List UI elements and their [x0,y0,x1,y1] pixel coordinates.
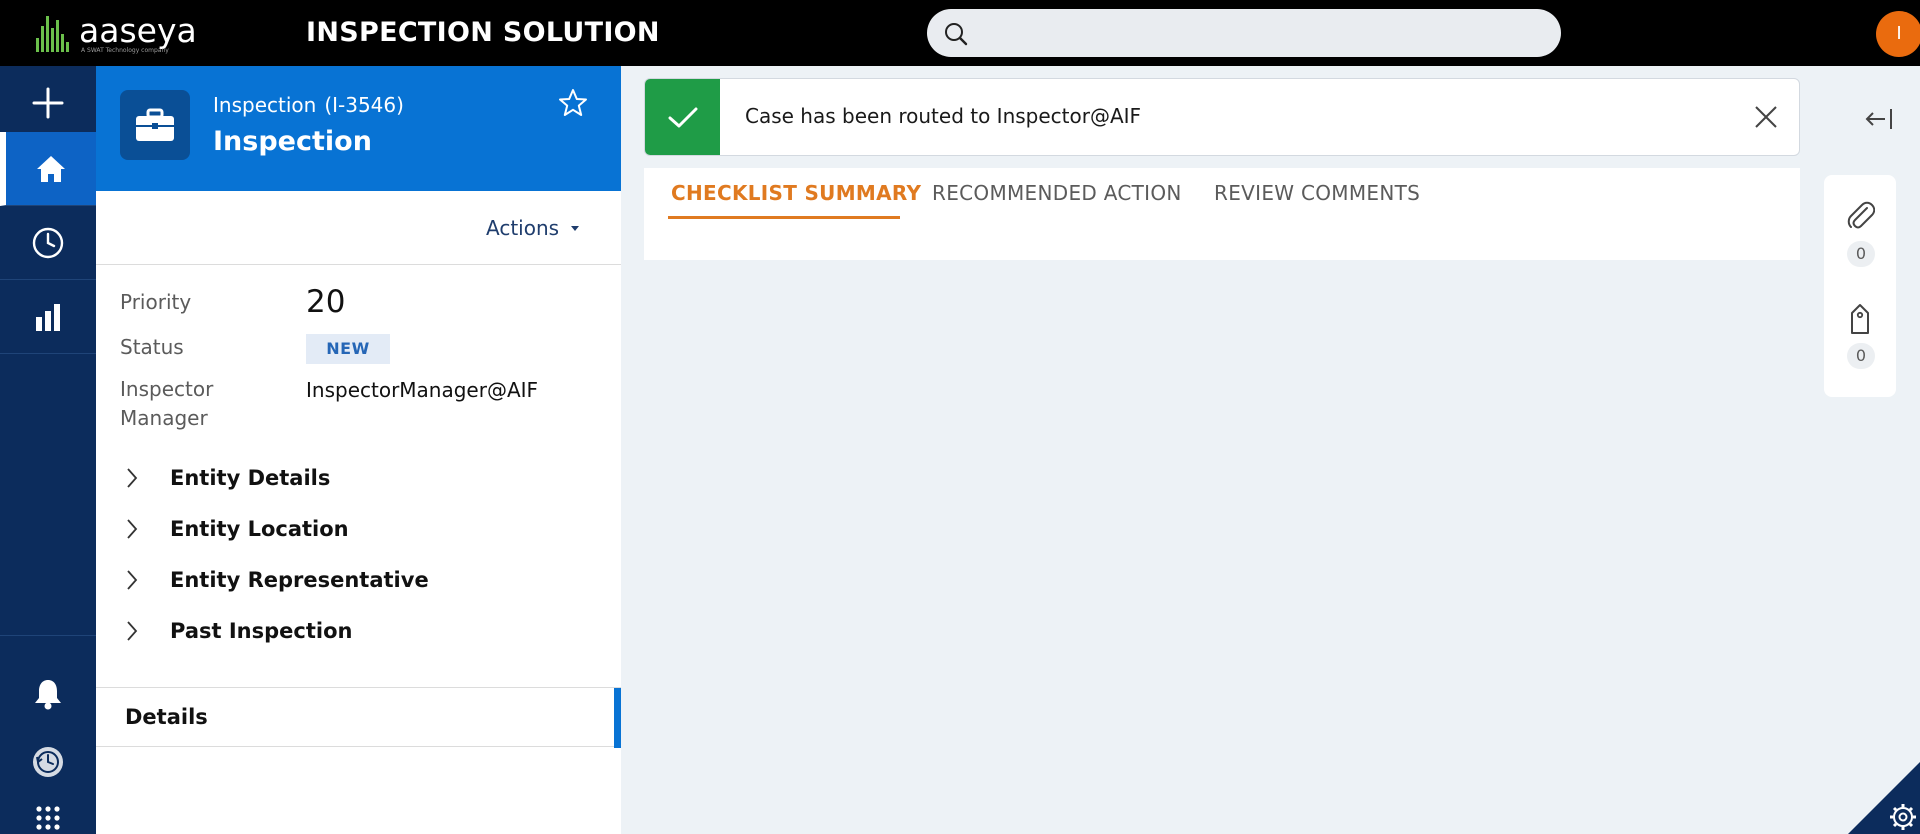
chevron-right-icon [126,518,156,540]
chevron-right-icon [126,620,156,642]
tag-icon [1851,304,1869,334]
nav-apps[interactable] [0,802,96,834]
inspector-manager-value: InspectorManager@AIF [306,378,539,402]
utilities-panel: 0 0 [1824,175,1896,397]
success-toast: Case has been routed to Inspector@AIF [644,78,1800,156]
nav-create-button[interactable] [0,66,96,140]
nav-recent[interactable] [0,206,96,280]
clock-icon [32,227,64,258]
toast-close-button[interactable] [1752,103,1780,135]
nav-notifications[interactable] [0,664,96,724]
user-avatar[interactable]: I [1876,11,1920,57]
attachments-count: 0 [1847,241,1875,267]
logo-text: aaseya [79,11,197,50]
history-icon [33,747,63,777]
search-icon [945,23,968,46]
case-tabs: CHECKLIST SUMMARY RECOMMENDED ACTION REV… [644,168,1800,260]
priority-value: 20 [306,284,346,320]
tags-count: 0 [1847,343,1875,369]
chevron-right-icon [126,467,156,489]
settings-corner[interactable] [1848,762,1920,834]
status-badge: NEW [306,334,390,364]
success-indicator [645,79,720,155]
follow-star-button[interactable] [558,88,588,122]
case-type-label: Inspection [213,93,317,117]
home-icon [37,155,65,182]
section-entity-representative[interactable]: Entity Representative [126,565,429,595]
bell-icon [35,680,61,710]
case-type-icon-tile [120,90,190,160]
case-summary-panel: Inspection (I-3546) Inspection Actions Pr… [96,66,621,834]
section-entity-details[interactable]: Entity Details [126,463,330,493]
chevron-right-icon [126,569,156,591]
collapse-arrow-icon [1865,109,1892,129]
actions-label: Actions [486,216,560,240]
tags-button[interactable] [1848,303,1872,339]
details-tab-label: Details [125,705,208,729]
attachments-button[interactable] [1845,199,1876,235]
nav-divider [0,635,96,636]
active-tab-underline [668,216,900,219]
logo-bars-icon [36,16,69,52]
close-icon [1755,106,1777,128]
search-input[interactable] [977,17,1537,49]
inspector-manager-label: Inspector Manager [120,375,213,433]
priority-label: Priority [120,290,192,314]
caret-down-icon [571,225,580,231]
tab-recommended-action[interactable]: RECOMMENDED ACTION [932,181,1182,205]
paperclip-icon [1847,201,1876,229]
apps-grid-icon [36,806,60,830]
section-label: Past Inspection [170,619,353,643]
nav-home[interactable] [0,132,96,206]
aaseya-logo[interactable]: aaseya A SWAT Technology company [36,11,197,54]
case-id: (I-3546) [324,93,404,117]
section-label: Entity Location [170,517,349,541]
inspector-manager-label-line1: Inspector [120,377,214,401]
global-search[interactable] [927,9,1561,57]
checkmark-icon [668,107,697,128]
top-bar: aaseya A SWAT Technology company INSPECT… [0,0,1920,66]
actions-menu-button[interactable]: Actions [486,216,580,240]
plus-icon [32,87,64,118]
left-navigation [0,66,96,834]
collapse-utilities-button[interactable] [1864,106,1894,136]
actions-bar: Actions [96,191,621,265]
bar-chart-icon [36,303,60,331]
app-title: INSPECTION SOLUTION [306,17,660,48]
inspector-manager-label-line2: Manager [120,406,208,430]
section-past-inspection[interactable]: Past Inspection [126,616,352,646]
section-entity-location[interactable]: Entity Location [126,514,349,544]
section-label: Entity Representative [170,568,429,592]
briefcase-icon [136,108,174,141]
status-label: Status [120,335,184,359]
tab-review-comments[interactable]: REVIEW COMMENTS [1214,181,1420,205]
gear-icon [1848,762,1920,834]
details-tab[interactable]: Details [96,687,621,748]
toast-message: Case has been routed to Inspector@AIF [745,104,1142,128]
case-header: Inspection (I-3546) Inspection [96,66,621,191]
nav-reports[interactable] [0,280,96,354]
star-icon [559,89,587,116]
tab-checklist-summary[interactable]: CHECKLIST SUMMARY [671,181,921,205]
case-id-line: Inspection (I-3546) [213,93,404,117]
active-tab-marker [614,688,621,748]
nav-history[interactable] [0,732,96,792]
logo-subtext: A SWAT Technology company [81,47,169,54]
case-title: Inspection [213,126,372,157]
section-label: Entity Details [170,466,331,490]
